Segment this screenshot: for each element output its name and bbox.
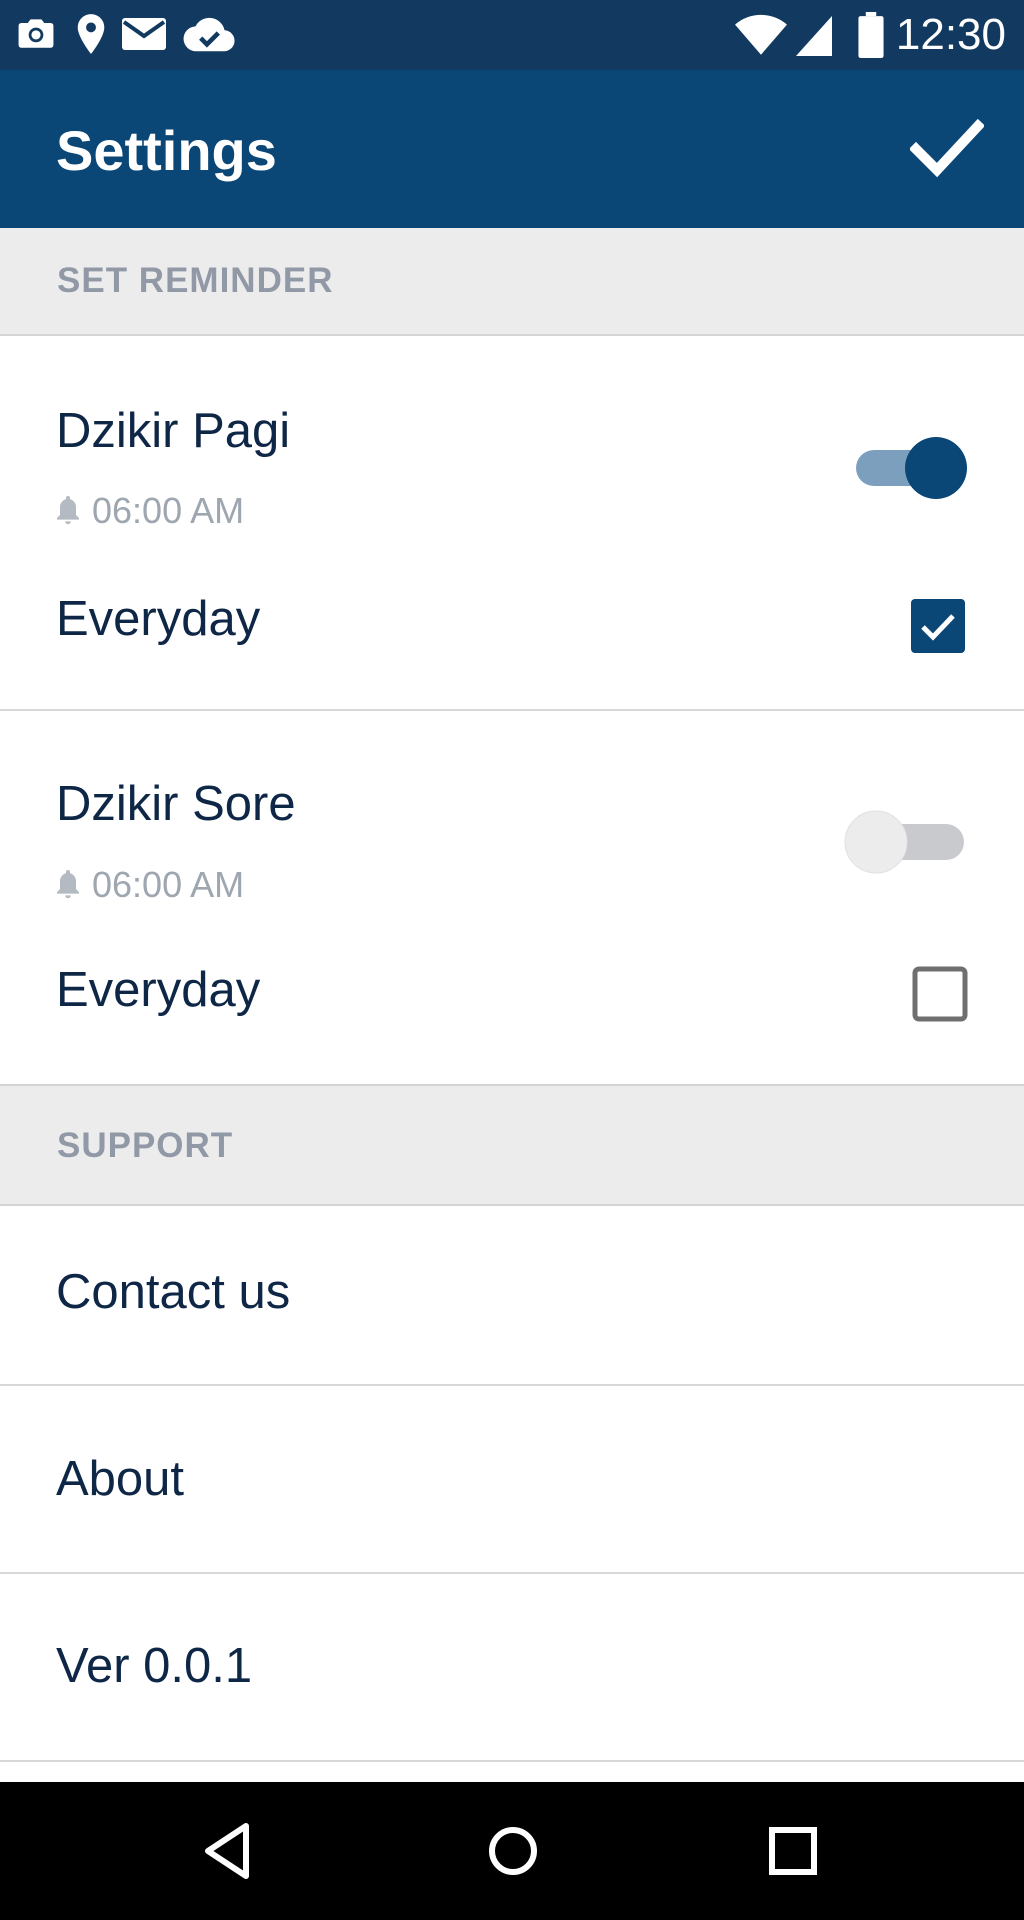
everyday-label: Everyday xyxy=(56,963,261,1017)
list-item-about[interactable]: About xyxy=(0,1386,1024,1572)
status-time: 12:30 xyxy=(895,10,1006,59)
home-icon[interactable] xyxy=(478,1816,548,1886)
cellular-signal-icon xyxy=(796,16,832,56)
list-item-label: Contact us xyxy=(56,1265,291,1319)
reminder-time-row: 06:00 AM xyxy=(56,490,244,532)
reminder-title: Dzikir Sore xyxy=(56,777,296,831)
back-icon[interactable] xyxy=(196,1816,256,1886)
list-item-version: Ver 0.0.1 xyxy=(0,1574,1024,1760)
app-bar: Settings xyxy=(0,70,1024,228)
section-title: SUPPORT xyxy=(57,1126,234,1165)
page-title: Settings xyxy=(56,119,277,182)
navigation-bar xyxy=(0,1782,1024,1920)
battery-icon xyxy=(858,12,884,58)
done-button[interactable] xyxy=(908,116,986,180)
section-title: SET REMINDER xyxy=(57,261,334,300)
divider xyxy=(0,709,1024,711)
section-header-support: SUPPORT xyxy=(0,1084,1024,1206)
bell-icon xyxy=(57,496,79,525)
everyday-checkbox[interactable] xyxy=(912,966,968,1022)
camera-icon xyxy=(18,19,54,48)
location-pin-icon xyxy=(77,14,105,55)
version-label: Ver 0.0.1 xyxy=(56,1639,253,1693)
bell-icon xyxy=(57,870,79,899)
list-item-label: About xyxy=(56,1452,185,1506)
mail-icon xyxy=(122,18,166,50)
check-icon xyxy=(908,118,986,178)
divider xyxy=(0,1760,1024,1762)
status-bar: 12:30 xyxy=(0,0,1024,70)
reminder-title: Dzikir Pagi xyxy=(56,404,291,458)
reminder-toggle-switch[interactable] xyxy=(842,806,968,878)
cloud-done-icon xyxy=(183,17,235,52)
recents-icon[interactable] xyxy=(758,1816,828,1886)
reminder-toggle-switch[interactable] xyxy=(852,432,970,504)
everyday-label: Everyday xyxy=(56,592,261,646)
everyday-checkbox[interactable] xyxy=(910,598,966,654)
reminder-time-row: 06:00 AM xyxy=(56,864,244,906)
section-header-set-reminder: SET REMINDER xyxy=(0,228,1024,336)
reminder-time: 06:00 AM xyxy=(92,490,245,531)
reminder-time: 06:00 AM xyxy=(92,864,245,905)
wifi-icon xyxy=(735,14,787,55)
list-item-contact-us[interactable]: Contact us xyxy=(0,1204,1024,1384)
